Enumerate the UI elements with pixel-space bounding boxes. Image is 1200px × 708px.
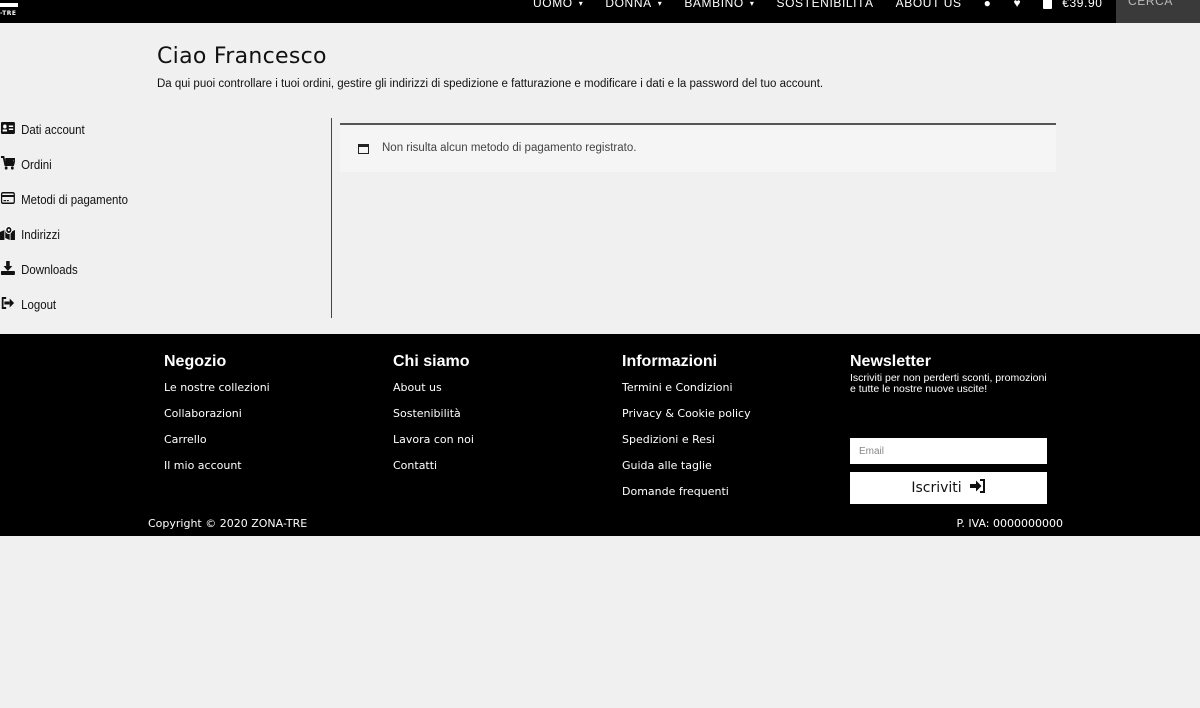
- subscribe-label: Iscriviti: [911, 480, 962, 496]
- footer-link[interactable]: Contatti: [393, 453, 474, 479]
- nav-item-uomo[interactable]: UOMO ▾: [533, 0, 583, 10]
- top-navbar: -TRE UOMO ▾ DONNA ▾ BAMBINO ▾ SOSTENIBIL…: [0, 0, 1200, 23]
- footer-link[interactable]: Il mio account: [164, 453, 270, 479]
- account-nav-label: Dati account: [21, 121, 85, 137]
- footer-column-title: Negozio: [164, 353, 227, 370]
- sign-in-icon: [969, 479, 986, 497]
- footer-link[interactable]: Termini e Condizioni: [622, 375, 751, 401]
- cart-button[interactable]: €39.90: [1043, 0, 1102, 10]
- chevron-down-icon: ▾: [749, 0, 755, 8]
- account-nav-logout[interactable]: Logout: [0, 293, 56, 315]
- cart-icon: [0, 155, 17, 173]
- chevron-down-icon: ▾: [657, 0, 663, 8]
- logo[interactable]: -TRE: [0, 0, 28, 23]
- window-icon: [358, 144, 369, 154]
- user-icon[interactable]: ●: [984, 0, 992, 10]
- payment-methods-notice: Non risulta alcun metodo di pagamento re…: [340, 123, 1056, 172]
- map-icon: [0, 225, 16, 243]
- footer-column-informazioni: Informazioni Termini e Condizioni Privac…: [622, 352, 751, 505]
- page-intro: Da qui puoi controllare i tuoi ordini, g…: [157, 78, 824, 90]
- footer-newsletter: Newsletter Iscriviti per non perderti sc…: [850, 352, 1050, 504]
- footer-link[interactable]: Guida alle taglie: [622, 453, 751, 479]
- account-nav-dati-account[interactable]: Dati account: [0, 118, 85, 140]
- footer-link[interactable]: Le nostre collezioni: [164, 375, 270, 401]
- search-label: CERCA: [1128, 0, 1174, 8]
- account-nav-label: Ordini: [21, 156, 52, 172]
- chevron-down-icon: ▾: [578, 0, 584, 8]
- logo-bar: [0, 3, 18, 7]
- logo-text: -TRE: [0, 10, 17, 17]
- nav-item-label: UOMO: [533, 0, 573, 10]
- account-nav-metodi-pagamento[interactable]: Metodi di pagamento: [0, 188, 128, 210]
- main-nav: UOMO ▾ DONNA ▾ BAMBINO ▾ SOSTENIBILITÀ A…: [533, 0, 1117, 12]
- heart-icon[interactable]: ♥: [1013, 0, 1021, 10]
- notice-message: Non risulta alcun metodo di pagamento re…: [382, 142, 637, 154]
- newsletter-email-input[interactable]: [850, 438, 1047, 464]
- footer-link[interactable]: Lavora con noi: [393, 427, 474, 453]
- footer-column-negozio: Negozio Le nostre collezioni Collaborazi…: [164, 352, 270, 479]
- search-button[interactable]: CERCA: [1116, 0, 1200, 23]
- cart-total: €39.90: [1062, 0, 1103, 10]
- footer: Negozio Le nostre collezioni Collaborazi…: [0, 334, 1200, 536]
- footer-link[interactable]: Domande frequenti: [622, 479, 751, 505]
- nav-item-label: SOSTENIBILITÀ: [776, 0, 874, 10]
- credit-card-icon: [0, 191, 16, 207]
- nav-item-label: BAMBINO: [684, 0, 744, 10]
- nav-item-bambino[interactable]: BAMBINO ▾: [684, 0, 754, 10]
- nav-item-label: DONNA: [605, 0, 652, 10]
- footer-link[interactable]: Privacy & Cookie policy: [622, 401, 751, 427]
- download-icon: [0, 260, 16, 278]
- newsletter-description: Iscriviti per non perderti sconti, promo…: [850, 372, 1047, 395]
- logout-icon: [0, 296, 16, 312]
- account-navigation: [157, 118, 332, 318]
- account-nav-indirizzi[interactable]: Indirizzi: [0, 223, 60, 245]
- footer-column-title: Informazioni: [622, 353, 718, 370]
- footer-link[interactable]: About us: [393, 375, 474, 401]
- nav-item-label: ABOUT US: [895, 0, 962, 10]
- footer-link[interactable]: Sostenibilità: [393, 401, 474, 427]
- nav-item-donna[interactable]: DONNA ▾: [605, 0, 662, 10]
- footer-link[interactable]: Collaborazioni: [164, 401, 270, 427]
- footer-column-chi-siamo: Chi siamo About us Sostenibilità Lavora …: [393, 352, 474, 479]
- account-nav-label: Downloads: [21, 261, 78, 277]
- footer-column-title: Chi siamo: [393, 353, 470, 370]
- footer-link[interactable]: Carrello: [164, 427, 270, 453]
- vat-number: P. IVA: 0000000000: [956, 517, 1064, 530]
- newsletter-subscribe-button[interactable]: Iscriviti: [850, 472, 1047, 504]
- account-nav-label: Indirizzi: [21, 226, 60, 242]
- copyright: Copyright © 2020 ZONA-TRE: [148, 517, 308, 530]
- footer-link[interactable]: Spedizioni e Resi: [622, 427, 751, 453]
- nav-item-about-us[interactable]: ABOUT US: [896, 0, 962, 10]
- newsletter-title: Newsletter: [850, 353, 931, 370]
- account-nav-downloads[interactable]: Downloads: [0, 258, 78, 280]
- account-nav-label: Metodi di pagamento: [21, 191, 128, 207]
- id-card-icon: [0, 121, 16, 137]
- page-title: Ciao Francesco: [157, 44, 327, 69]
- account-nav-label: Logout: [21, 296, 57, 312]
- account-nav-ordini[interactable]: Ordini: [0, 153, 52, 175]
- nav-item-sostenibilita[interactable]: SOSTENIBILITÀ: [777, 0, 874, 10]
- bag-icon: [1043, 0, 1053, 9]
